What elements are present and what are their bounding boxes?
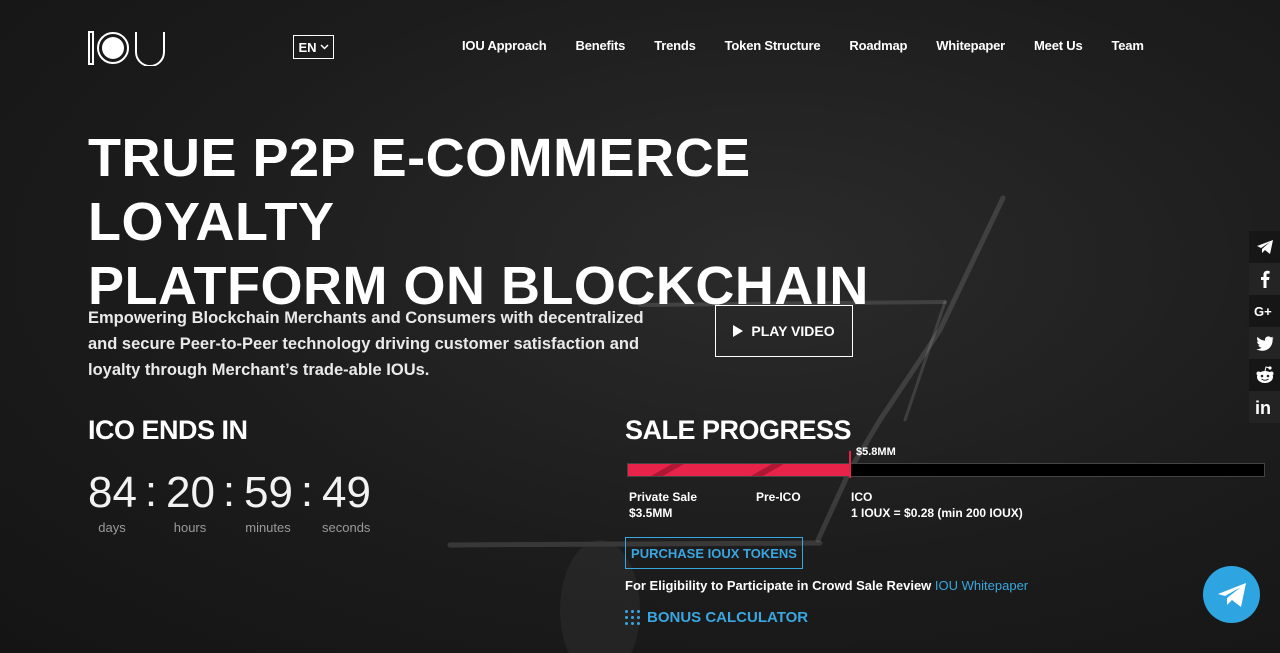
twitter-icon[interactable]: [1249, 327, 1280, 359]
countdown-label: minutes: [245, 520, 291, 535]
countdown: 84 days : 20 hours : 59 minutes : 49 sec…: [88, 467, 371, 536]
sale-progress-title: SALE PROGRESS: [625, 415, 852, 445]
stage-detail: 1 IOUX = $0.28 (min 200 IOUX): [851, 506, 1023, 520]
telegram-icon[interactable]: [1249, 231, 1280, 263]
raised-amount: $5.8MM: [856, 446, 896, 458]
whitepaper-link[interactable]: IOU Whitepaper: [935, 578, 1028, 593]
nav-team[interactable]: Team: [1111, 38, 1143, 53]
stage-detail: $3.5MM: [629, 506, 673, 520]
nav-benefits[interactable]: Benefits: [576, 38, 626, 53]
countdown-value: 59: [244, 468, 293, 517]
eligibility-note: For Eligibility to Participate in Crowd …: [625, 578, 1028, 593]
countdown-separator: :: [222, 467, 236, 516]
bonus-calculator-label: BONUS CALCULATOR: [647, 609, 809, 626]
nav-roadmap[interactable]: Roadmap: [849, 38, 907, 53]
nav-meet-us[interactable]: Meet Us: [1034, 38, 1083, 53]
countdown-separator: :: [144, 467, 158, 516]
nav-token-structure[interactable]: Token Structure: [725, 38, 821, 53]
svg-text:G+: G+: [1254, 304, 1272, 318]
paper-plane-icon: [1217, 582, 1246, 607]
countdown-label: hours: [173, 520, 207, 535]
hero-description: Empowering Blockchain Merchants and Cons…: [88, 309, 644, 379]
grid-dots-icon: [625, 610, 640, 625]
svg-text:in: in: [1255, 398, 1271, 416]
sale-progress-bar: [627, 463, 1265, 477]
ico-title: ICO ENDS IN: [88, 415, 248, 445]
countdown-minutes: 59 minutes: [244, 468, 293, 535]
progress-marker: [849, 451, 851, 478]
nav-trends[interactable]: Trends: [654, 38, 696, 53]
stage-name: Pre-ICO: [756, 490, 801, 504]
countdown-hours: 20 hours: [166, 468, 215, 535]
play-video-button[interactable]: PLAY VIDEO: [715, 305, 853, 357]
stage-name: ICO: [851, 490, 873, 504]
stage-ico: ICO 1 IOUX = $0.28 (min 200 IOUX): [851, 489, 1023, 521]
countdown-value: 49: [322, 468, 371, 517]
main-nav: IOU Approach Benefits Trends Token Struc…: [462, 38, 1144, 53]
play-video-label: PLAY VIDEO: [751, 323, 835, 339]
telegram-chat-button[interactable]: [1203, 566, 1260, 623]
nav-whitepaper[interactable]: Whitepaper: [936, 38, 1005, 53]
countdown-separator: :: [300, 467, 314, 516]
nav-iou-approach[interactable]: IOU Approach: [462, 38, 547, 53]
iou-logo[interactable]: [88, 30, 168, 66]
language-selector[interactable]: EN: [293, 35, 334, 59]
chevron-down-icon: [320, 44, 329, 50]
countdown-label: seconds: [322, 520, 371, 535]
countdown-value: 84: [88, 468, 137, 517]
sale-progress-fill: [628, 464, 851, 476]
stage-name: Private Sale: [629, 490, 698, 504]
language-label: EN: [298, 39, 317, 55]
reddit-icon[interactable]: [1249, 359, 1280, 391]
hero-title: TRUE P2P E-COMMERCE LOYALTY PLATFORM ON …: [88, 126, 948, 318]
facebook-icon[interactable]: [1249, 263, 1280, 295]
play-icon: [733, 325, 744, 337]
stage-pre-ico: Pre-ICO: [756, 489, 801, 505]
hero-title-line1: TRUE P2P E-COMMERCE LOYALTY: [88, 128, 751, 252]
google-plus-icon[interactable]: G+: [1249, 295, 1280, 327]
countdown-days: 84 days: [88, 468, 137, 535]
countdown-seconds: 49 seconds: [322, 468, 371, 535]
countdown-label: days: [98, 520, 126, 535]
stage-private-sale: Private Sale $3.5MM: [629, 489, 697, 521]
purchase-tokens-button[interactable]: PURCHASE IOUX TOKENS: [625, 537, 803, 569]
bonus-calculator-button[interactable]: BONUS CALCULATOR: [625, 609, 808, 626]
countdown-value: 20: [166, 468, 215, 517]
linkedin-icon[interactable]: in: [1249, 391, 1280, 423]
social-sidebar: G+ in: [1249, 231, 1280, 423]
eligibility-text: For Eligibility to Participate in Crowd …: [625, 578, 932, 593]
